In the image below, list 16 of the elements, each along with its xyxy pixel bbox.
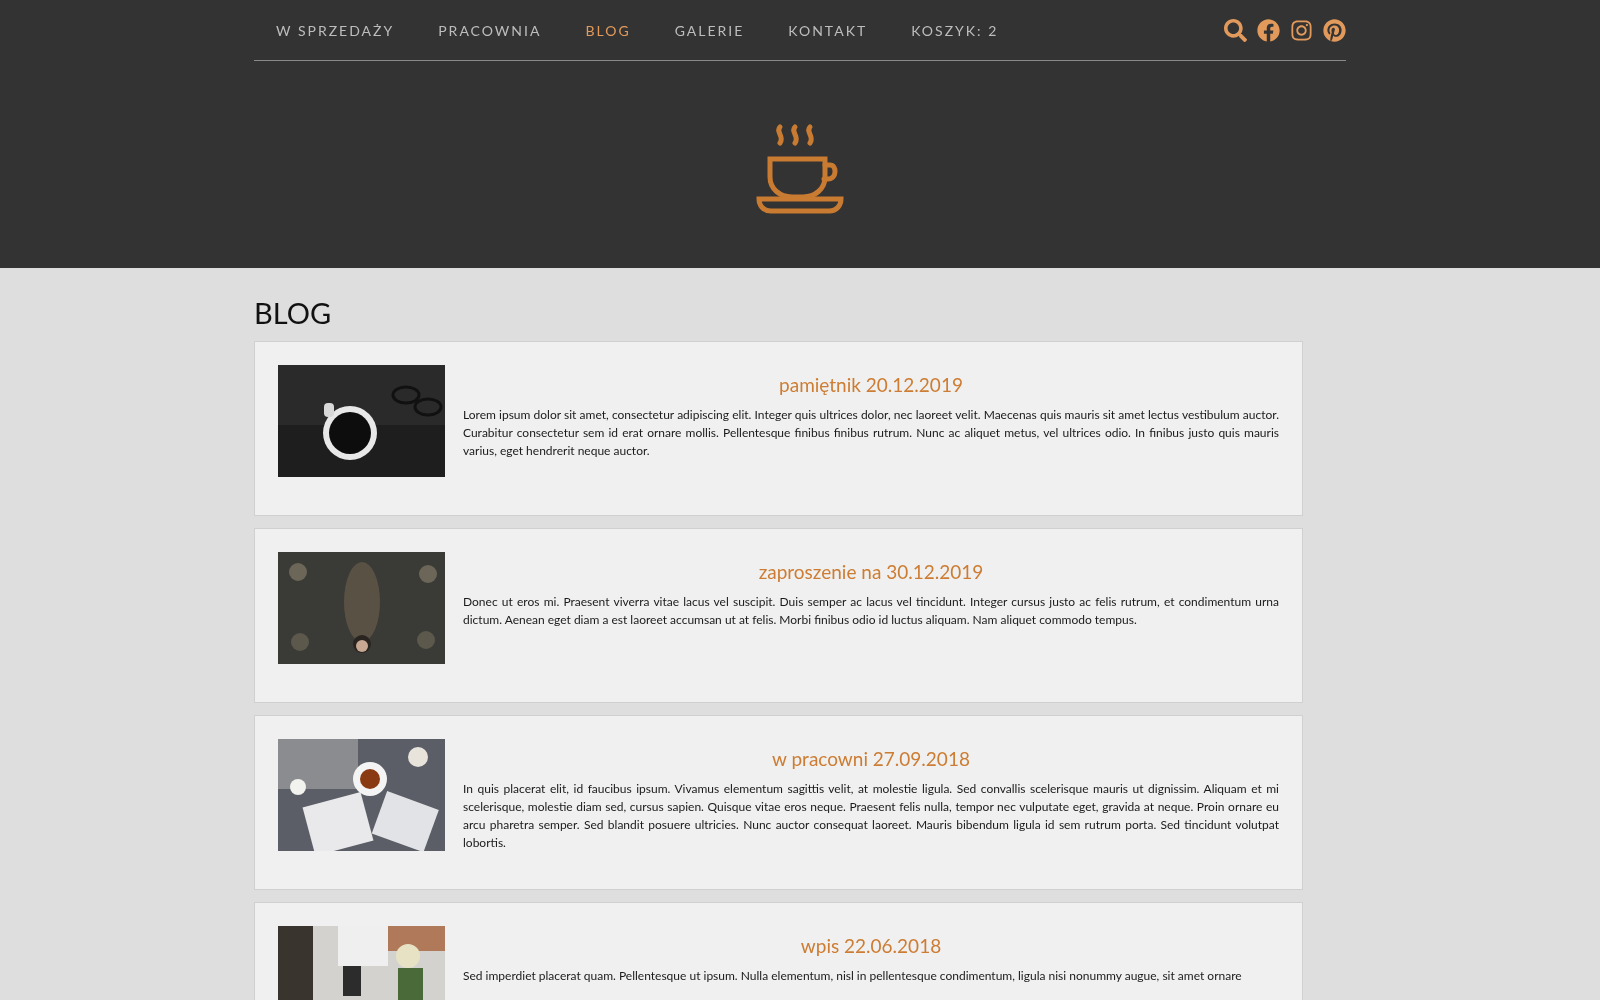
post-text: Lorem ipsum dolor sit amet, consectetur adipiscing elit. Integer quis ultrices dolor, nec laoreet velit. Maecenas quis mauris sit amet lectus vestibulum auctor. Curabitur consectetur sem id erat ornare mollis. Pellentesque finibus finibus rutrum. Nunc ac aliquet metus, vel ultrices odio. In finibus justo quis mauris varius, eget hendrerit neque auctor.	[463, 405, 1279, 460]
post-text: Donec ut eros mi. Praesent viverra vitae lacus vel suscipit. Duis semper ac lacus vel tincidunt. Integer cursus justo ac felis rutrum, et condimentum urna dictum. Aenean eget diam a est laoreet accumsan ut at felis. Morbi finibus odio id luctus aliquam. Nam aliquet commodo tempus.	[463, 592, 1279, 629]
nav-link[interactable]: KOSZYK: 2	[889, 19, 1021, 41]
nav-link[interactable]: KONTAKT	[766, 19, 890, 41]
nav-link[interactable]: BLOG	[563, 19, 653, 41]
facebook-icon[interactable]	[1257, 18, 1280, 42]
page-title: BLOG	[254, 298, 333, 327]
pinterest-icon[interactable]	[1323, 18, 1346, 42]
post-text: Sed imperdiet placerat quam. Pellentesque ut ipsum. Nulla elementum, nisl in pellentesque condimentum, ligula nisi nonummy augue, sit amet ornare	[463, 966, 1243, 985]
instagram-icon[interactable]	[1290, 18, 1313, 42]
search-icon[interactable]	[1224, 18, 1247, 42]
coffee-cup-icon	[755, 123, 845, 215]
nav-link[interactable]: PRACOWNIA	[416, 19, 564, 41]
post-text: In quis placerat elit, id faucibus ipsum. Vivamus elementum sagittis velit, at molestie ligula. Sed convallis scelerisque mauris ut dignissim. Aliquam et mi scelerisque, molestie diam sed, cursus sapien. Quisque vitae eros neque. Praesent felis nulla, tempor nec vulputate eget, gravida at neque. Proin ornare eu arcu pharetra semper. Sed blandit posuere ultricies. Nunc auctor consequat laoreet. Mauris bibendum ligula id sem rutrum porta. Sed tincidunt volutpat lobortis.	[463, 779, 1279, 852]
nav-link[interactable]: GALERIE	[652, 19, 767, 41]
nav-link[interactable]: W SPRZEDAŻY	[254, 19, 417, 41]
